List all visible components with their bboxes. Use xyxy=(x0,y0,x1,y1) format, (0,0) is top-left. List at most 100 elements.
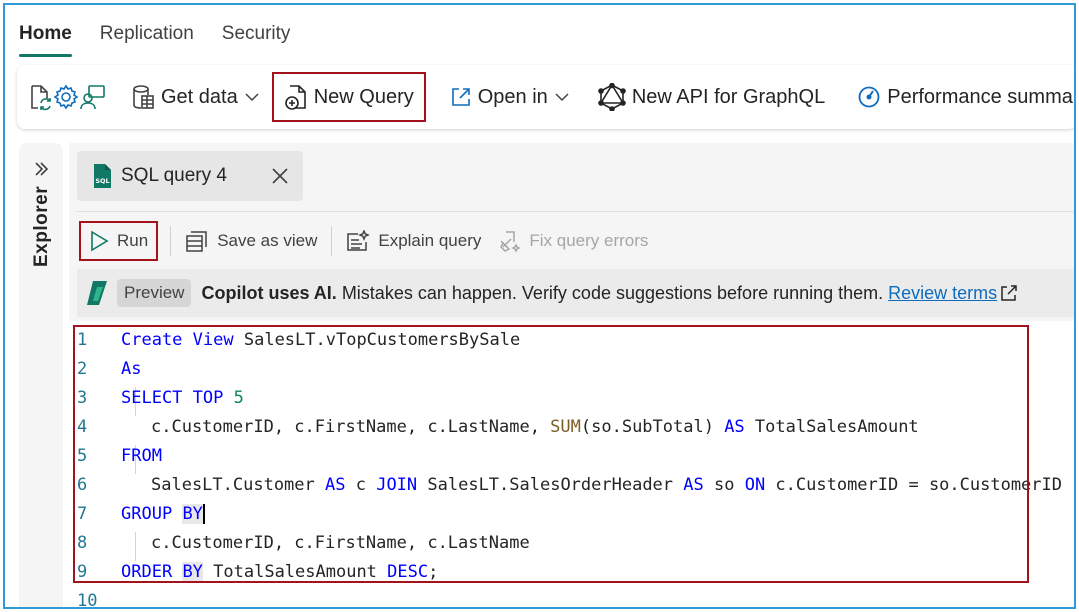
monitor-button[interactable] xyxy=(79,77,107,117)
open-in-button[interactable]: Open in xyxy=(442,73,578,121)
sql-text: TotalSalesAmount xyxy=(202,561,388,582)
line-number: 6 xyxy=(77,474,88,495)
explain-query-button[interactable]: Explain query xyxy=(338,221,489,261)
ribbon-tabs: Home Replication Security xyxy=(19,5,290,63)
gear-icon xyxy=(53,84,79,110)
performance-summary-label: Performance summary xyxy=(887,85,1076,108)
play-icon xyxy=(91,230,109,252)
sql-keyword: BY xyxy=(182,503,203,524)
line-number: 2 xyxy=(77,358,88,379)
query-tab-label: SQL query 4 xyxy=(121,165,227,186)
sql-keyword: Create xyxy=(121,329,183,350)
explorer-label[interactable]: Explorer xyxy=(31,186,53,267)
tab-replication-label: Replication xyxy=(99,23,194,44)
line-number: 1 xyxy=(77,329,88,350)
line-number: 8 xyxy=(77,532,88,553)
copilot-notice-strong: Copilot uses AI. xyxy=(201,282,337,303)
expand-explorer-icon[interactable] xyxy=(31,159,51,179)
new-api-graphql-button[interactable]: New API for GraphQL xyxy=(594,73,833,121)
get-data-label: Get data xyxy=(161,85,238,108)
review-terms-link[interactable]: Review terms xyxy=(888,283,997,304)
sql-keyword: ORDER xyxy=(121,561,173,582)
sql-text: TotalSalesAmount xyxy=(744,416,919,437)
tab-replication[interactable]: Replication xyxy=(100,5,194,63)
get-data-button[interactable]: Get data xyxy=(123,73,268,121)
explain-query-label: Explain query xyxy=(378,231,482,250)
tab-home-label: Home xyxy=(19,23,72,44)
line-number: 10 xyxy=(77,590,98,609)
toolbar-separator xyxy=(170,226,172,256)
save-as-view-label: Save as view xyxy=(217,231,318,250)
app-window: Home Replication Security Get data New Q… xyxy=(3,3,1076,609)
save-view-icon xyxy=(186,231,207,252)
sql-number: 5 xyxy=(233,387,244,408)
run-button[interactable]: Run xyxy=(79,221,159,261)
line-number: 5 xyxy=(77,445,88,466)
sql-function: SUM xyxy=(550,416,581,437)
open-external-icon[interactable] xyxy=(1000,284,1018,302)
code-line-content: c.CustomerID, c.FirstName, c.LastName xyxy=(151,533,530,553)
copilot-fabric-icon xyxy=(87,281,107,305)
sql-keyword: JOIN xyxy=(376,474,418,495)
line-number: 7 xyxy=(77,503,88,524)
new-query-icon xyxy=(284,85,306,110)
fix-query-errors-label: Fix query errors xyxy=(529,231,649,250)
sql-text: ; xyxy=(428,561,439,582)
line-number: 4 xyxy=(77,416,88,437)
refresh-button[interactable] xyxy=(27,77,53,117)
gauge-icon xyxy=(858,86,880,108)
sql-keyword: BY xyxy=(182,561,203,582)
code-line-content: FROM xyxy=(121,446,162,466)
fix-query-errors-button[interactable]: Fix query errors xyxy=(489,221,656,261)
sql-text: c.CustomerID = so.CustomerID xyxy=(765,474,1062,495)
new-query-button[interactable]: New Query xyxy=(271,72,426,122)
sql-text: SalesLT.vTopCustomersBySale xyxy=(233,329,521,350)
code-line-content: Create View SalesLT.vTopCustomersBySale xyxy=(121,330,520,350)
graphql-icon xyxy=(598,83,626,111)
copilot-notice-text: Mistakes can happen. Verify code suggest… xyxy=(341,282,884,303)
tab-security[interactable]: Security xyxy=(222,5,291,63)
refresh-document-icon xyxy=(31,85,51,111)
sql-text: so xyxy=(703,474,745,495)
ribbon-toolbar: Get data New Query Open in New API for G… xyxy=(17,65,1076,129)
sql-text: (so.SubTotal) xyxy=(580,416,725,437)
tab-home[interactable]: Home xyxy=(19,5,72,63)
performance-summary-button[interactable]: Performance summary xyxy=(849,73,1076,121)
code-line-content: SELECT TOP 5 xyxy=(121,388,244,408)
chevron-down-icon xyxy=(245,93,259,102)
tab-security-label: Security xyxy=(221,23,291,44)
new-query-label: New Query xyxy=(313,85,414,108)
save-as-view-button[interactable]: Save as view xyxy=(177,221,325,261)
sql-icon-text: SQL xyxy=(95,177,109,185)
sql-keyword: View xyxy=(192,329,234,350)
settings-button[interactable] xyxy=(53,77,79,117)
new-api-label: New API for GraphQL xyxy=(631,85,826,108)
close-icon[interactable] xyxy=(269,165,291,187)
open-external-icon xyxy=(451,88,470,106)
sql-keyword: AS xyxy=(325,474,346,495)
database-table-icon xyxy=(133,85,154,109)
editor-area: SQL SQL query 4 Run Save as view Explain… xyxy=(69,143,1074,609)
sql-keyword: SELECT xyxy=(121,387,183,408)
preview-badge: Preview xyxy=(117,279,192,307)
sql-keyword: GROUP xyxy=(121,503,173,524)
sql-keyword: TOP xyxy=(192,387,224,408)
tab-divider xyxy=(77,211,1074,212)
chevron-down-icon xyxy=(555,93,569,102)
toolbar-separator xyxy=(331,226,333,256)
explorer-pane: Explorer xyxy=(19,143,63,607)
sql-keyword: AS xyxy=(683,474,704,495)
code-line-content: c.CustomerID, c.FirstName, c.LastName, S… xyxy=(151,417,919,437)
code-line-content: ORDER BY TotalSalesAmount DESC; xyxy=(121,561,439,582)
sql-text: c xyxy=(345,474,377,495)
sql-keyword: FROM xyxy=(121,445,162,466)
open-in-label: Open in xyxy=(477,85,548,108)
sql-keyword: DESC xyxy=(387,561,429,582)
sql-code-editor[interactable]: 1 Create View SalesLT.vTopCustomersBySal… xyxy=(69,321,1074,609)
sql-text: c.CustomerID, c.FirstName, c.LastName xyxy=(151,532,530,553)
fix-errors-icon xyxy=(500,231,522,253)
copilot-notice: Preview Copilot uses AI. Mistakes can ha… xyxy=(77,269,1074,317)
sql-text: SalesLT.SalesOrderHeader xyxy=(417,474,684,495)
tab-sql-query-4[interactable]: SQL SQL query 4 xyxy=(77,151,303,201)
code-line-content: GROUP BY xyxy=(121,503,205,524)
